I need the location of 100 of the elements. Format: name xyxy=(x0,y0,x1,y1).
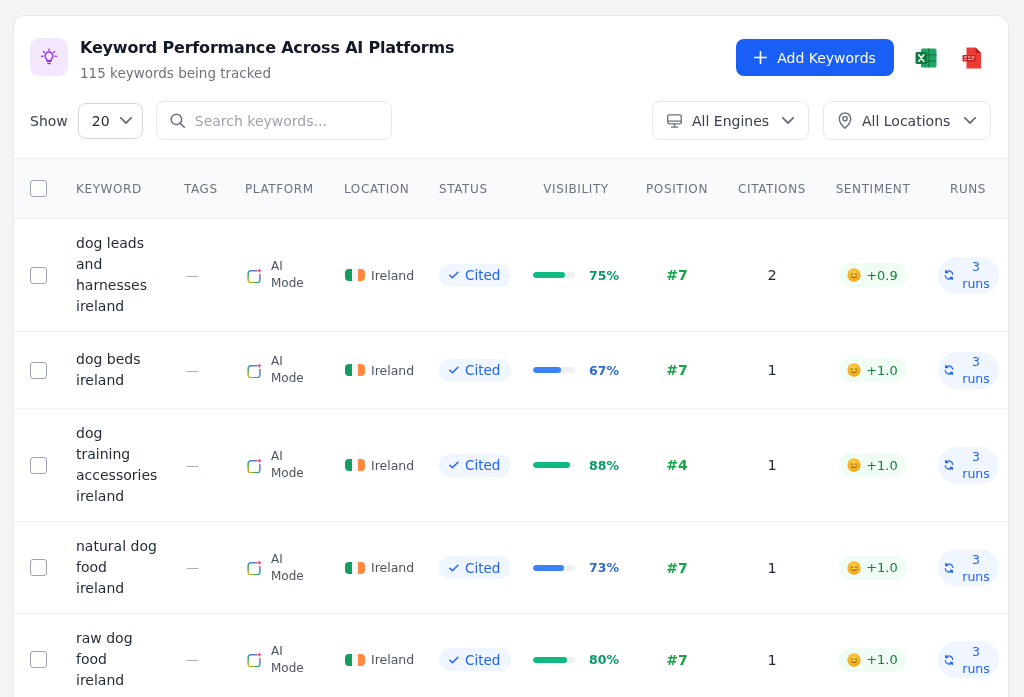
column-header: RUNS xyxy=(949,181,987,196)
row-checkbox[interactable] xyxy=(30,361,47,379)
chevron-down-icon xyxy=(782,117,795,124)
status-label: Cited xyxy=(465,559,501,576)
position-rank: #7 xyxy=(666,559,688,576)
visibility-percent: 88% xyxy=(589,457,619,473)
smiley-icon xyxy=(847,652,862,667)
row-checkbox[interactable] xyxy=(30,559,47,576)
visibility-percent: 67% xyxy=(589,362,619,378)
location-label: Ireland xyxy=(371,267,415,283)
search-field[interactable]: Search keywords... xyxy=(155,101,392,140)
check-icon xyxy=(449,271,459,279)
tags-value: — xyxy=(186,560,199,575)
check-icon xyxy=(449,563,459,572)
status-label: Cited xyxy=(465,457,501,473)
citation-count: 1 xyxy=(767,651,777,668)
keyword-text: dog leads and harnesses ireland xyxy=(76,234,148,316)
position-rank: #4 xyxy=(666,457,688,473)
platform-label: AI Mode xyxy=(271,642,305,677)
spreadsheet-icon[interactable] xyxy=(915,47,937,68)
position-rank: #7 xyxy=(666,651,688,668)
column-header: POSITION xyxy=(646,181,708,196)
keyword-text: natural dog food ireland xyxy=(76,537,158,598)
column-header: VISIBILITY xyxy=(543,181,609,196)
column-header: TAGS xyxy=(184,181,218,196)
sentiment-score: +1.0 xyxy=(866,362,898,378)
flag-icon xyxy=(345,561,365,574)
add-keywords-button[interactable]: Add Keywords xyxy=(736,39,894,76)
keyword-text: dog beds ireland xyxy=(76,350,142,390)
visibility-percent: 75% xyxy=(589,267,619,283)
tags-value: — xyxy=(186,457,199,473)
check-icon xyxy=(449,461,459,469)
platform-label: AI Mode xyxy=(271,353,305,387)
flag-icon xyxy=(345,364,365,376)
status-label: Cited xyxy=(465,651,501,668)
sentiment-score: +0.9 xyxy=(866,267,898,283)
location-label: Ireland xyxy=(371,457,415,473)
check-icon xyxy=(449,655,459,664)
flag-icon xyxy=(345,653,365,666)
show-label: Show xyxy=(30,112,68,129)
refresh-icon xyxy=(944,654,954,665)
sparkle-square-icon xyxy=(247,652,262,667)
column-header: STATUS xyxy=(439,181,488,196)
tags-value: — xyxy=(186,362,199,378)
location-filter[interactable]: All Locations xyxy=(823,101,991,140)
sparkle-square-icon xyxy=(247,362,262,378)
sparkle-square-icon xyxy=(247,457,262,473)
engine-filter[interactable]: All Engines xyxy=(652,101,809,140)
position-rank: #7 xyxy=(666,267,688,283)
flag-icon xyxy=(345,459,365,471)
platform-label: AI Mode xyxy=(271,258,305,292)
panel-subtitle: 115 keywords being tracked xyxy=(80,64,272,83)
monitor-icon xyxy=(667,113,682,128)
runs-button[interactable]: 3 runs xyxy=(937,351,999,389)
lightbulb-icon xyxy=(30,38,68,76)
smiley-icon xyxy=(847,458,862,472)
smiley-icon xyxy=(847,268,862,282)
smiley-icon xyxy=(847,363,862,377)
column-header: CITATIONS xyxy=(738,181,806,196)
flag-icon xyxy=(345,269,365,281)
keyword-text: dog training accessories ireland xyxy=(76,424,158,506)
platform-label: AI Mode xyxy=(271,448,305,482)
row-checkbox[interactable] xyxy=(30,456,47,474)
location-label: Ireland xyxy=(371,652,415,667)
sparkle-square-icon xyxy=(247,560,262,575)
keyword-text: raw dog food ireland xyxy=(76,629,134,690)
chevron-down-icon xyxy=(119,117,132,124)
visibility-percent: 80% xyxy=(589,652,619,667)
map-pin-icon xyxy=(838,112,852,129)
select-all-checkbox[interactable] xyxy=(30,180,47,197)
sparkle-square-icon xyxy=(247,267,262,283)
location-label: Ireland xyxy=(371,362,415,378)
sentiment-score: +1.0 xyxy=(866,560,898,575)
plus-icon xyxy=(754,51,768,64)
citation-count: 2 xyxy=(767,267,777,283)
chevron-down-icon xyxy=(964,117,976,124)
refresh-icon xyxy=(944,460,954,470)
smiley-icon xyxy=(847,560,862,575)
row-checkbox[interactable] xyxy=(30,651,47,668)
refresh-icon xyxy=(944,365,954,375)
column-header: KEYWORD xyxy=(76,181,142,196)
runs-button[interactable]: 3 runs xyxy=(937,641,999,678)
column-header: LOCATION xyxy=(344,181,410,196)
page-size-select[interactable]: 20 xyxy=(77,102,143,139)
refresh-icon xyxy=(944,270,954,280)
status-label: Cited xyxy=(465,267,501,283)
row-checkbox[interactable] xyxy=(30,266,47,284)
position-rank: #7 xyxy=(666,362,688,378)
document-icon[interactable] xyxy=(962,46,982,69)
tags-value: — xyxy=(186,267,199,283)
tags-value: — xyxy=(186,652,199,667)
refresh-icon xyxy=(944,562,954,573)
sentiment-score: +1.0 xyxy=(866,457,898,473)
runs-button[interactable]: 3 runs xyxy=(937,256,999,294)
runs-button[interactable]: 3 runs xyxy=(937,446,999,484)
sentiment-score: +1.0 xyxy=(866,652,898,667)
column-header: SENTIMENT xyxy=(835,181,911,196)
location-label: Ireland xyxy=(371,560,415,575)
runs-button[interactable]: 3 runs xyxy=(937,549,999,586)
search-icon xyxy=(169,113,185,128)
